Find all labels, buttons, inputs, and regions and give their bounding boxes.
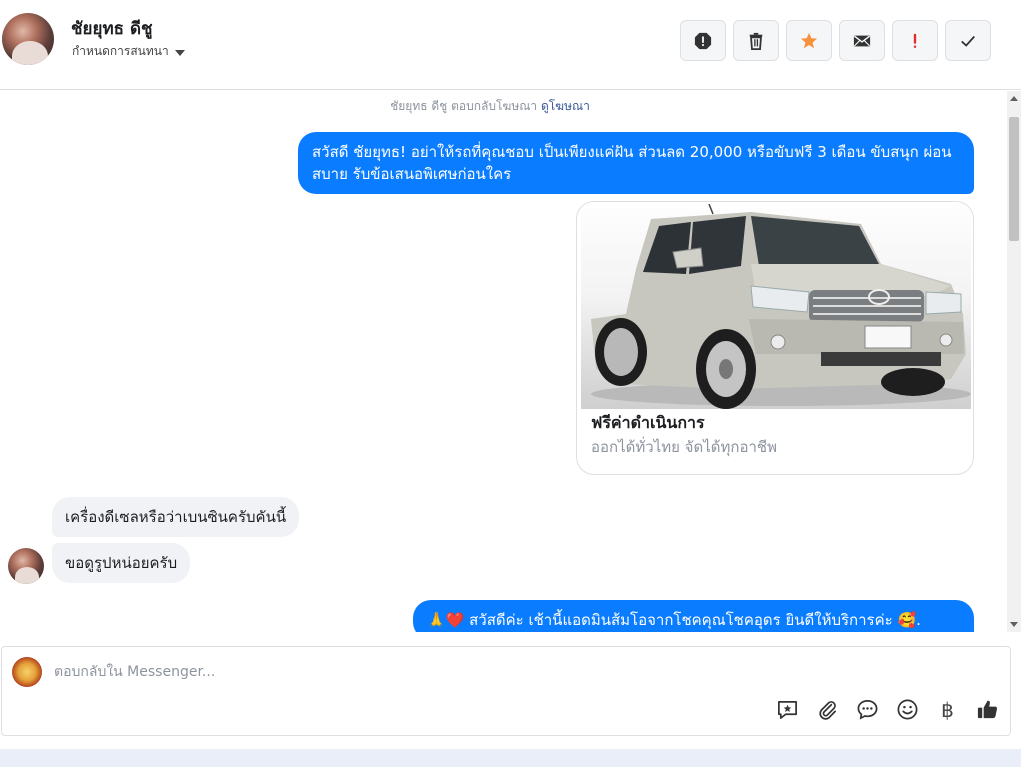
scroll-thumb[interactable]: [1009, 117, 1019, 241]
follow-up-button[interactable]: [892, 20, 938, 61]
quick-reply-icon: [857, 700, 878, 720]
baht-icon: ฿: [941, 697, 954, 722]
view-ad-link[interactable]: ดูโฆษณา: [541, 99, 590, 113]
check-icon: [961, 35, 975, 47]
incoming-message: เครื่องดีเซลหรือว่าเบนซินครับคันนี้: [52, 497, 300, 537]
scroll-up-arrow-icon[interactable]: [1010, 96, 1018, 101]
envelope-icon: [853, 35, 871, 46]
star-button[interactable]: [786, 20, 832, 61]
thumbs-up-icon: [977, 700, 998, 719]
mark-done-button[interactable]: [945, 20, 991, 61]
attach-file-button[interactable]: [815, 697, 840, 722]
car-image: [581, 204, 971, 409]
mark-unread-button[interactable]: [839, 20, 885, 61]
thread-scrollbar[interactable]: [1007, 91, 1021, 632]
emoji-button[interactable]: [895, 697, 920, 722]
assign-conversation-label: กำหนดการสนทนา: [72, 44, 169, 58]
reply-input[interactable]: [54, 659, 954, 685]
incoming-message: ขอดูรูปหน่อยครับ: [52, 543, 191, 583]
mark-spam-button[interactable]: [680, 20, 726, 61]
conversation-header: ชัยยุทธ ดีชู กำหนดการสนทนา: [0, 0, 1021, 90]
exclamation-icon: [913, 33, 917, 48]
message-thread: ชัยยุทธ ดีชู ตอบกลับโฆษณา ดูโฆษณา สวัสดี…: [0, 91, 1007, 632]
assign-conversation-dropdown[interactable]: กำหนดการสนทนา: [72, 42, 185, 61]
ad-card-subtitle: ออกได้ทั่วไทย จัดได้ทุกอาชีพ: [591, 438, 777, 456]
ad-card[interactable]: ฟรีค่าดำเนินการ ออกได้ทั่วไทย จัดได้ทุกอ…: [576, 201, 974, 475]
composer-actions: ฿: [775, 697, 1000, 722]
saved-reply-button[interactable]: [775, 697, 800, 722]
quick-reply-button[interactable]: [855, 697, 880, 722]
attachment-icon: [819, 701, 837, 720]
trash-icon: [749, 32, 763, 50]
star-icon: [800, 32, 818, 48]
conversation-toolbar: [680, 20, 991, 61]
saved-reply-icon: [778, 700, 797, 719]
ad-reply-note-text: ชัยยุทธ ดีชู ตอบกลับโฆษณา: [390, 99, 538, 113]
ad-card-title: ฟรีค่าดำเนินการ: [591, 413, 705, 432]
outgoing-message: 🙏❤️ สวัสดีค่ะ เช้านี้แอดมินส้มโอจากโชคคุ…: [413, 600, 974, 632]
scroll-down-arrow-icon[interactable]: [1010, 622, 1018, 627]
outgoing-message: สวัสดี ชัยยุทธ! อย่าให้รถที่คุณชอบ เป็นเ…: [298, 132, 974, 194]
payment-button[interactable]: ฿: [935, 697, 960, 722]
reply-composer: ฿: [1, 646, 1011, 736]
ad-reply-note: ชัยยุทธ ดีชู ตอบกลับโฆษณา ดูโฆษณา: [0, 97, 980, 116]
contact-name[interactable]: ชัยยุทธ ดีชู: [71, 15, 153, 42]
contact-avatar[interactable]: [2, 13, 54, 65]
page-footer-strip: [0, 749, 1021, 767]
caret-down-icon: [174, 49, 185, 56]
contact-avatar-small[interactable]: [8, 548, 44, 584]
like-button[interactable]: [975, 697, 1000, 722]
pickup-truck-illustration: [591, 204, 971, 409]
page-avatar: [12, 657, 42, 687]
alert-octagon-icon: [694, 32, 712, 49]
delete-button[interactable]: [733, 20, 779, 61]
emoji-icon: [897, 699, 918, 720]
